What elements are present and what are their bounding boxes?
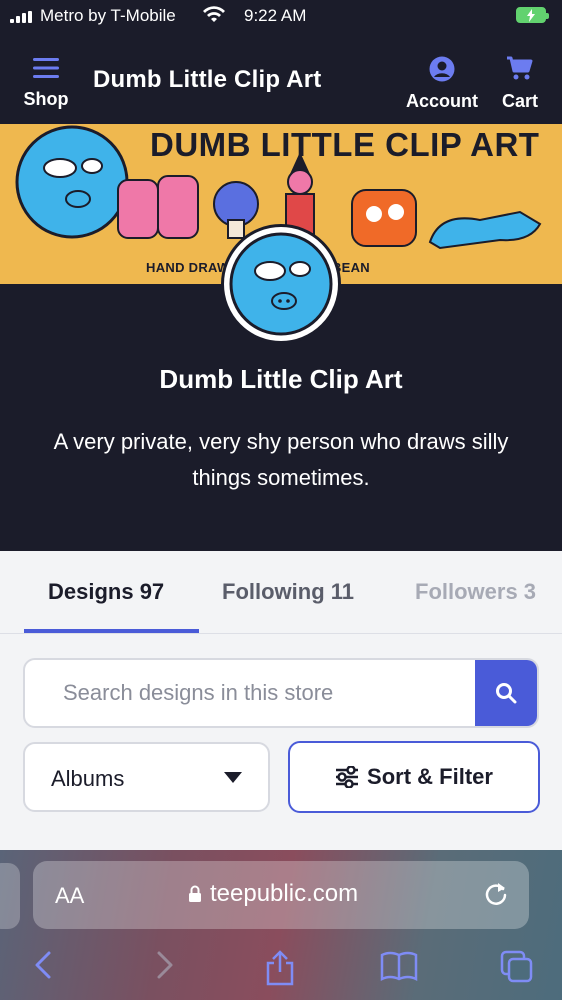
top-navigation: Shop Dumb Little Clip Art Account Cart xyxy=(0,34,562,124)
active-tab-indicator xyxy=(24,629,199,633)
search-button[interactable] xyxy=(475,660,537,726)
albums-select[interactable]: Albums xyxy=(23,742,270,812)
tab-following[interactable]: Following 11 xyxy=(222,579,354,605)
search-input[interactable] xyxy=(25,660,475,726)
clock: 9:22 AM xyxy=(244,6,307,25)
battery-icon xyxy=(516,7,549,23)
brand-title[interactable]: Dumb Little Clip Art xyxy=(93,66,321,94)
shop-menu-button[interactable]: Shop xyxy=(20,56,72,110)
chevron-down-icon xyxy=(224,772,242,783)
store-avatar xyxy=(221,224,341,344)
banner-title: DUMB LITTLE CLIP ART xyxy=(150,126,540,163)
wifi-icon xyxy=(202,5,226,30)
cart-label: Cart xyxy=(501,91,538,111)
account-label: Account xyxy=(406,91,478,111)
address-bar[interactable]: AA teepublic.com xyxy=(33,861,529,929)
browser-bar: AA teepublic.com xyxy=(0,850,562,1000)
status-bar: Metro by T-Mobile 9:22 AM xyxy=(0,0,562,34)
hamburger-icon xyxy=(33,58,59,78)
sliders-icon xyxy=(336,766,359,788)
avatar-image xyxy=(229,232,333,336)
url-display: teepublic.com xyxy=(188,880,358,908)
tabs-icon[interactable] xyxy=(500,950,534,984)
text-size-button[interactable]: AA xyxy=(55,883,84,909)
store-content: Designs 97 Following 11 Followers 3 Albu… xyxy=(0,551,562,850)
carrier-name: Metro by T-Mobile xyxy=(40,6,176,25)
lock-icon xyxy=(189,885,201,902)
albums-value: Albums xyxy=(51,766,125,791)
search-icon xyxy=(496,683,517,704)
back-icon[interactable] xyxy=(32,950,54,980)
previous-tab-preview[interactable] xyxy=(0,863,20,929)
account-button[interactable]: Account xyxy=(404,56,480,112)
store-name: Dumb Little Clip Art xyxy=(159,364,403,394)
store-description: A very private, very shy person who draw… xyxy=(53,429,509,490)
bookmarks-icon[interactable] xyxy=(380,950,418,982)
url-domain: teepublic.com xyxy=(210,880,359,907)
tab-followers[interactable]: Followers 3 xyxy=(415,579,536,605)
reload-icon[interactable] xyxy=(483,881,509,907)
sort-filter-button[interactable]: Sort & Filter xyxy=(288,741,540,813)
shop-label: Shop xyxy=(23,89,69,109)
cart-button[interactable]: Cart xyxy=(496,56,544,112)
share-icon[interactable] xyxy=(264,950,296,986)
sort-filter-label: Sort & Filter xyxy=(367,764,493,789)
forward-icon[interactable] xyxy=(154,950,176,980)
signal-icon xyxy=(10,11,32,23)
account-icon xyxy=(429,56,455,82)
search-box xyxy=(23,658,539,728)
cart-icon xyxy=(507,56,533,80)
store-tabs: Designs 97 Following 11 Followers 3 xyxy=(0,551,562,634)
tab-designs[interactable]: Designs 97 xyxy=(48,579,164,605)
